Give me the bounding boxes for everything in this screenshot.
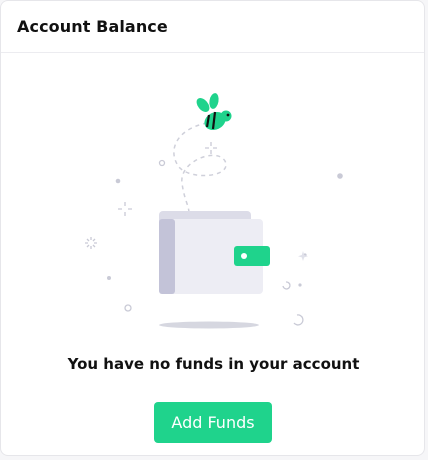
account-balance-card: Account Balance You have no funds in you… — [0, 0, 425, 456]
wallet-icon — [159, 211, 270, 294]
bee-icon — [196, 93, 232, 130]
bee-flight-path-decoration — [173, 122, 227, 214]
empty-state-message: You have no funds in your account — [67, 355, 360, 373]
card-header: Account Balance — [1, 1, 424, 53]
card-title: Account Balance — [17, 17, 168, 36]
empty-wallet-illustration — [85, 93, 343, 329]
wallet-shadow — [159, 321, 259, 329]
add-funds-button[interactable]: Add Funds — [154, 402, 272, 443]
